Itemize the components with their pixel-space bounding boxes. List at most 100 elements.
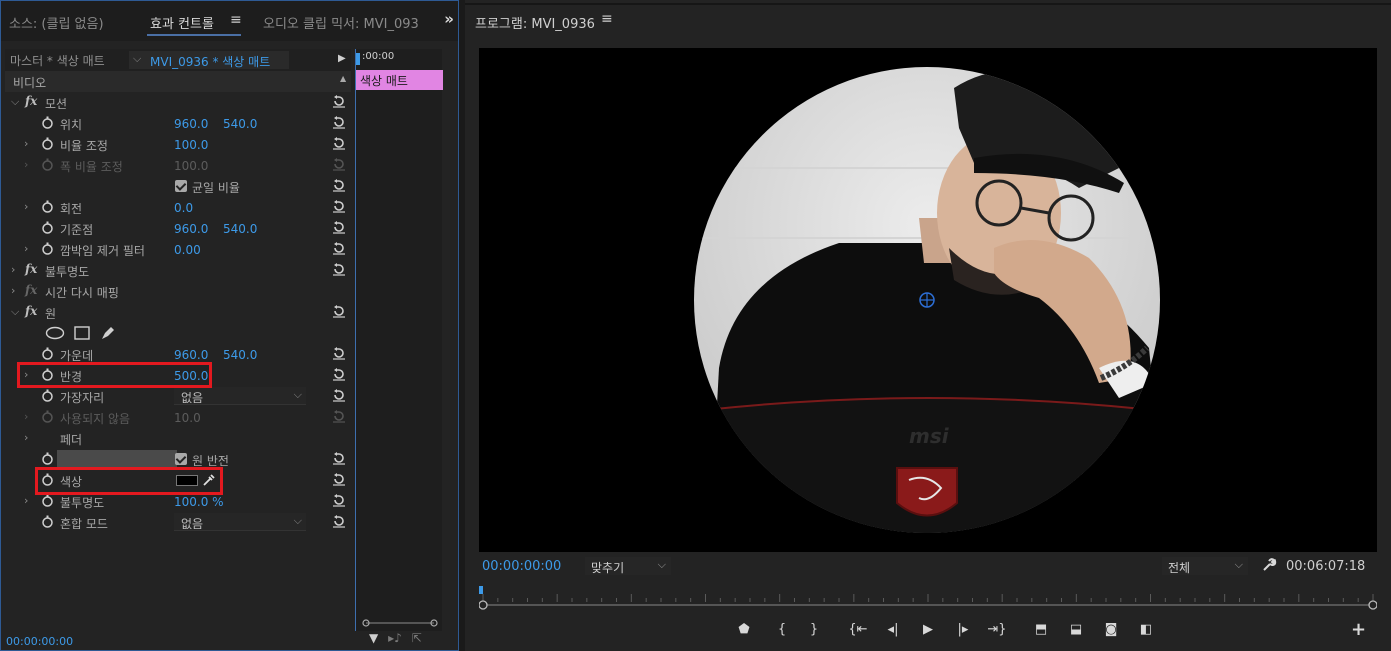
anchor-y-value[interactable]: 540.0 xyxy=(223,222,257,236)
stopwatch-icon[interactable] xyxy=(41,389,54,402)
stopwatch-icon[interactable] xyxy=(41,200,54,213)
fx-icon[interactable]: fx xyxy=(25,94,37,108)
expand-chevron-icon[interactable]: › xyxy=(24,137,28,150)
stopwatch-icon[interactable] xyxy=(41,221,54,234)
anti-flicker-value[interactable]: 0.00 xyxy=(174,243,201,257)
step-forward-button[interactable]: |▸ xyxy=(952,619,974,641)
position-y-value[interactable]: 540.0 xyxy=(223,117,257,131)
blend-mode-dropdown[interactable]: 없음 ⌵ xyxy=(174,513,306,531)
mark-out-button[interactable]: } xyxy=(803,619,825,641)
reset-icon[interactable] xyxy=(332,178,346,192)
center-x-value[interactable]: 960.0 xyxy=(174,348,208,362)
tab-effect-controls[interactable]: 효과 컨트롤 xyxy=(150,13,214,32)
play-triangle-icon[interactable]: ▶ xyxy=(338,53,346,64)
uniform-scale-checkbox[interactable] xyxy=(175,179,187,193)
position-x-value[interactable]: 960.0 xyxy=(174,117,208,131)
timeline-zoom-scrollbar[interactable] xyxy=(362,619,438,627)
effect-timeline[interactable]: :00:00 색상 매트 xyxy=(355,49,443,631)
go-to-in-button[interactable]: {⇤ xyxy=(847,619,869,641)
opacity-value[interactable]: 100.0 % xyxy=(174,495,224,509)
ellipse-mask-icon[interactable] xyxy=(45,326,65,340)
reset-icon[interactable] xyxy=(332,262,346,276)
reset-icon[interactable] xyxy=(332,493,346,507)
add-marker-button[interactable]: ⬟ xyxy=(733,619,755,641)
expand-chevron-icon[interactable]: › xyxy=(24,494,28,507)
center-crosshair-icon[interactable] xyxy=(919,292,935,308)
stopwatch-icon[interactable] xyxy=(41,515,54,528)
expand-chevron-icon[interactable]: › xyxy=(11,263,15,276)
timeline-clip-bar[interactable]: 색상 매트 xyxy=(356,70,443,90)
expand-chevron-icon[interactable]: › xyxy=(24,200,28,213)
scroll-up-icon[interactable]: ▲ xyxy=(340,74,346,83)
stopwatch-icon[interactable] xyxy=(41,137,54,150)
reset-icon[interactable] xyxy=(332,451,346,465)
filter-icon[interactable]: ▼ xyxy=(369,631,378,645)
expand-chevron-icon[interactable]: ⌵ xyxy=(11,95,19,109)
play-button[interactable]: ▶ xyxy=(917,619,939,641)
tab-audio-clip-mixer[interactable]: 오디오 클립 믹서: MVI_093 xyxy=(263,13,419,32)
reset-icon[interactable] xyxy=(332,94,346,108)
expand-chevron-icon[interactable]: › xyxy=(11,284,15,297)
tab-source[interactable]: 소스: (클립 없음) xyxy=(9,13,104,32)
playback-quality-dropdown[interactable]: 전체 ⌵ xyxy=(1162,557,1248,575)
more-tabs-chevron-icon[interactable]: » xyxy=(444,10,454,28)
panel-menu-icon[interactable]: ≡ xyxy=(601,11,613,27)
stopwatch-icon[interactable] xyxy=(41,116,54,129)
program-video-frame[interactable]: msi xyxy=(479,48,1377,552)
step-back-button[interactable]: ◂| xyxy=(882,619,904,641)
reset-icon[interactable] xyxy=(332,346,346,360)
effect-circle-row[interactable]: ⌵ fx 원 xyxy=(5,302,351,323)
audio-play-icon[interactable]: ▸♪ xyxy=(388,631,402,645)
effect-motion-row[interactable]: ⌵ fx 모션 xyxy=(5,92,351,113)
reset-icon[interactable] xyxy=(332,199,346,213)
timeline-clip-label: 색상 매트 xyxy=(360,74,408,88)
mark-in-button[interactable]: { xyxy=(771,619,793,641)
panel-menu-icon[interactable]: ≡ xyxy=(230,12,242,28)
anchor-x-value[interactable]: 960.0 xyxy=(174,222,208,236)
clip-selector-value: MVI_0936 * 색상 매트 xyxy=(150,55,271,69)
reset-icon[interactable] xyxy=(332,514,346,528)
position-label: 위치 xyxy=(60,118,83,132)
add-button-icon[interactable]: + xyxy=(1351,619,1366,640)
playback-scrubber[interactable] xyxy=(479,586,1377,610)
clip-selector-dropdown[interactable]: ⌵ MVI_0936 * 색상 매트 xyxy=(129,51,289,69)
scale-value[interactable]: 100.0 xyxy=(174,138,208,152)
reset-icon[interactable] xyxy=(332,367,346,381)
rotation-value[interactable]: 0.0 xyxy=(174,201,193,215)
stopwatch-icon[interactable] xyxy=(41,347,54,360)
reset-icon[interactable] xyxy=(332,115,346,129)
zoom-fit-dropdown[interactable]: 맞추기 ⌵ xyxy=(585,557,671,575)
rectangle-mask-icon[interactable] xyxy=(74,326,90,340)
extract-button[interactable]: ⬓ xyxy=(1065,619,1087,641)
program-monitor-title[interactable]: 프로그램: MVI_0936 xyxy=(475,13,595,32)
reset-icon[interactable] xyxy=(332,388,346,402)
reset-icon[interactable] xyxy=(332,220,346,234)
edge-dropdown[interactable]: 없음 ⌵ xyxy=(174,387,306,405)
expand-chevron-icon[interactable]: › xyxy=(24,431,28,444)
reset-icon[interactable] xyxy=(332,472,346,486)
expand-chevron-icon[interactable]: › xyxy=(24,242,28,255)
effect-time-remap-row[interactable]: › fx 시간 다시 매핑 xyxy=(5,281,351,302)
lift-button[interactable]: ⬒ xyxy=(1030,619,1052,641)
timeline-playhead[interactable] xyxy=(356,53,360,65)
compare-view-button[interactable]: ◧ xyxy=(1135,619,1157,641)
export-icon[interactable]: ⇱ xyxy=(412,631,422,645)
go-to-out-button[interactable]: ⇥} xyxy=(986,619,1008,641)
footer-timecode[interactable]: 00:00:00:00 xyxy=(6,635,73,648)
fx-icon[interactable]: fx xyxy=(25,304,37,318)
fx-icon[interactable]: fx xyxy=(25,262,37,276)
stopwatch-icon[interactable] xyxy=(41,242,54,255)
reset-icon[interactable] xyxy=(332,136,346,150)
reset-icon[interactable] xyxy=(332,241,346,255)
effect-opacity-row[interactable]: › fx 불투명도 xyxy=(5,260,351,281)
invert-circle-checkbox[interactable] xyxy=(175,452,187,466)
expand-chevron-icon[interactable]: ⌵ xyxy=(11,305,19,319)
wrench-icon[interactable] xyxy=(1261,557,1277,573)
center-y-value[interactable]: 540.0 xyxy=(223,348,257,362)
pen-mask-icon[interactable] xyxy=(100,325,116,341)
reset-icon[interactable] xyxy=(332,304,346,318)
current-timecode[interactable]: 00:00:00:00 xyxy=(482,559,561,574)
stopwatch-icon[interactable] xyxy=(41,494,54,507)
camera-icon[interactable]: ◙ xyxy=(1100,619,1122,641)
stopwatch-icon[interactable] xyxy=(41,452,54,465)
